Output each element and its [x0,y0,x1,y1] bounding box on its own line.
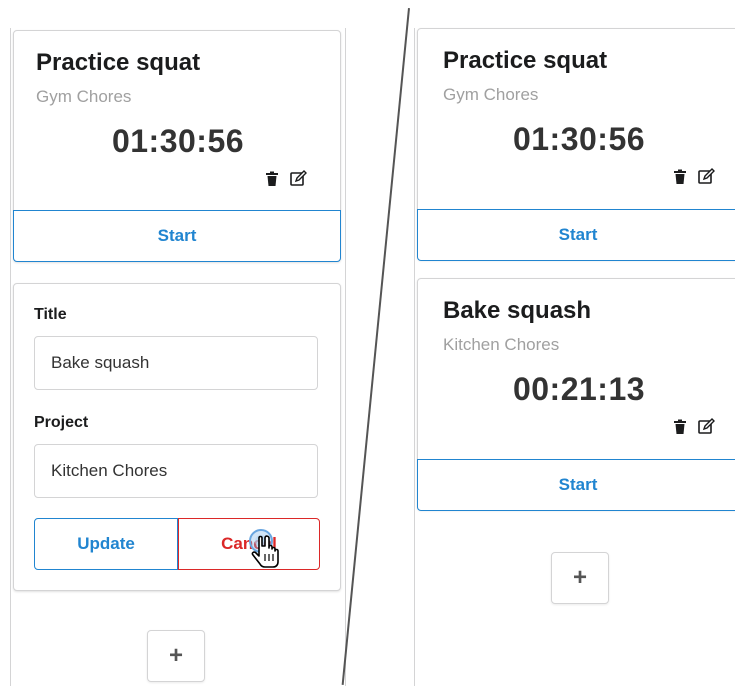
timer-title: Practice squat [36,49,201,76]
timer-elapsed: 01:30:56 [512,121,646,157]
timer-title: Bake squash [443,297,592,324]
add-timer-button[interactable]: + [147,630,205,682]
hand-cursor-icon [249,529,279,568]
project-label: Project [34,414,89,431]
edit-icon[interactable] [698,168,715,184]
timer-card: Bake squash Kitchen Chores 00:21:13 Star… [417,278,735,511]
trash-icon[interactable] [672,169,688,185]
comparison-divider [341,8,410,685]
project-field[interactable]: Kitchen Chores [34,444,318,498]
update-button[interactable]: Update [34,518,178,570]
edit-icon[interactable] [698,418,715,434]
add-timer-button[interactable]: + [551,552,609,604]
start-button[interactable]: Start [13,210,341,262]
timer-project: Kitchen Chores [443,335,560,354]
trash-icon[interactable] [672,419,688,435]
timer-card: Practice squat Gym Chores 01:30:56 Start [417,28,735,261]
start-button[interactable]: Start [417,209,735,261]
timer-card: Practice squat Gym Chores 01:30:56 Start [13,30,341,262]
timer-elapsed: 00:21:13 [512,371,646,407]
edit-timer-form: Title Bake squash Project Kitchen Chores… [13,283,341,591]
right-panel: Practice squat Gym Chores 01:30:56 Start… [414,28,735,686]
trash-icon[interactable] [264,171,280,187]
start-button[interactable]: Start [417,459,735,511]
left-panel: Practice squat Gym Chores 01:30:56 Start… [10,28,346,686]
timer-elapsed: 01:30:56 [111,123,245,159]
title-field[interactable]: Bake squash [34,336,318,390]
title-label: Title [34,306,67,323]
timer-title: Practice squat [443,47,608,74]
timer-project: Gym Chores [36,87,132,106]
edit-icon[interactable] [290,170,307,186]
timer-project: Gym Chores [443,85,539,104]
